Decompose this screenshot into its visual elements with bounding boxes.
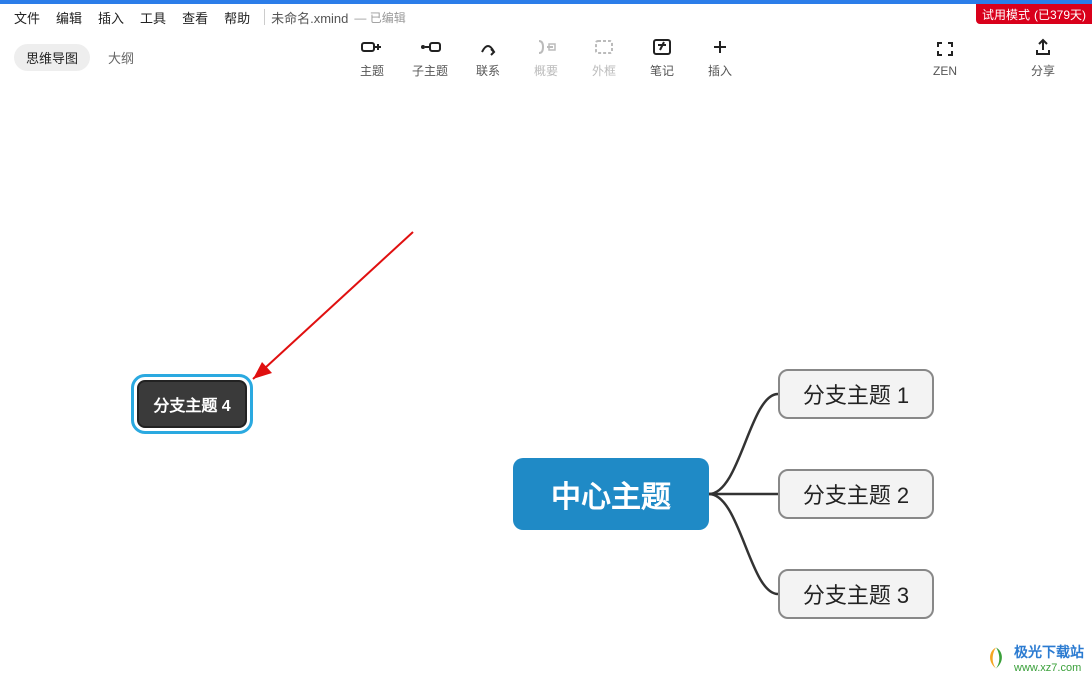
tool-note-label: 笔记	[650, 62, 674, 79]
floating-topic-selected[interactable]: 分支主题 4	[137, 380, 247, 428]
tool-relation[interactable]: 联系	[459, 36, 517, 79]
menu-insert[interactable]: 插入	[90, 4, 132, 31]
trial-badge[interactable]: 试用模式 (已379天)	[976, 4, 1092, 24]
boundary-icon	[593, 36, 615, 58]
tab-mindmap[interactable]: 思维导图	[14, 44, 90, 71]
tool-share[interactable]: 分享	[1014, 36, 1072, 79]
tool-note[interactable]: 笔记	[633, 36, 691, 79]
tool-topic[interactable]: 主题	[343, 36, 401, 79]
tool-boundary: 外框	[575, 36, 633, 79]
view-tabs: 思维导图 大纲	[14, 44, 146, 71]
branch-topic-2[interactable]: 分支主题 2	[778, 469, 934, 519]
zen-icon	[934, 38, 956, 60]
tool-zen-label: ZEN	[933, 64, 957, 78]
menu-file[interactable]: 文件	[6, 4, 48, 31]
tool-summary-label: 概要	[534, 62, 558, 79]
tool-relation-label: 联系	[476, 62, 500, 79]
subtopic-icon	[419, 36, 441, 58]
branch-topic-1[interactable]: 分支主题 1	[778, 369, 934, 419]
watermark: 极光下载站 www.xz7.com	[982, 642, 1084, 674]
share-icon	[1032, 36, 1054, 58]
tool-zen[interactable]: ZEN	[916, 38, 974, 78]
watermark-url: www.xz7.com	[1014, 662, 1084, 674]
tool-boundary-label: 外框	[592, 62, 616, 79]
tool-summary: 概要	[517, 36, 575, 79]
branch-topic-3[interactable]: 分支主题 3	[778, 569, 934, 619]
right-tools: ZEN 分享	[916, 36, 1072, 79]
toolbar: 主题 子主题 联系 概要 外框	[343, 36, 749, 79]
tool-topic-label: 主题	[360, 62, 384, 79]
document-status: — 已编辑	[354, 9, 405, 26]
tool-insert-label: 插入	[708, 62, 732, 79]
tool-subtopic-label: 子主题	[412, 62, 448, 79]
tool-insert[interactable]: 插入	[691, 36, 749, 79]
second-row: 思维导图 大纲 主题 子主题 联系 概要	[0, 30, 1092, 84]
document-title: 未命名.xmind	[271, 8, 348, 27]
menu-divider	[264, 9, 265, 25]
tool-share-label: 分享	[1031, 62, 1055, 79]
mindmap-canvas[interactable]: 中心主题 分支主题 1 分支主题 2 分支主题 3 分支主题 4 极光下载站 w…	[0, 84, 1092, 678]
menu-bar: 文件 编辑 插入 工具 查看 帮助 未命名.xmind — 已编辑 试用模式 (…	[0, 4, 1092, 30]
watermark-text: 极光下载站	[1014, 642, 1084, 662]
note-icon	[651, 36, 673, 58]
relation-icon	[477, 36, 499, 58]
menu-view[interactable]: 查看	[174, 4, 216, 31]
center-topic[interactable]: 中心主题	[513, 458, 709, 530]
menu-tools[interactable]: 工具	[132, 4, 174, 31]
trial-badge-days: (已379天)	[1034, 6, 1086, 23]
menu-edit[interactable]: 编辑	[48, 4, 90, 31]
tab-outline[interactable]: 大纲	[96, 44, 146, 71]
insert-icon	[709, 36, 731, 58]
menu-help[interactable]: 帮助	[216, 4, 258, 31]
trial-badge-label: 试用模式	[982, 6, 1030, 23]
tool-subtopic[interactable]: 子主题	[401, 36, 459, 79]
topic-icon	[361, 36, 383, 58]
watermark-logo-icon	[982, 644, 1010, 672]
summary-icon	[535, 36, 557, 58]
